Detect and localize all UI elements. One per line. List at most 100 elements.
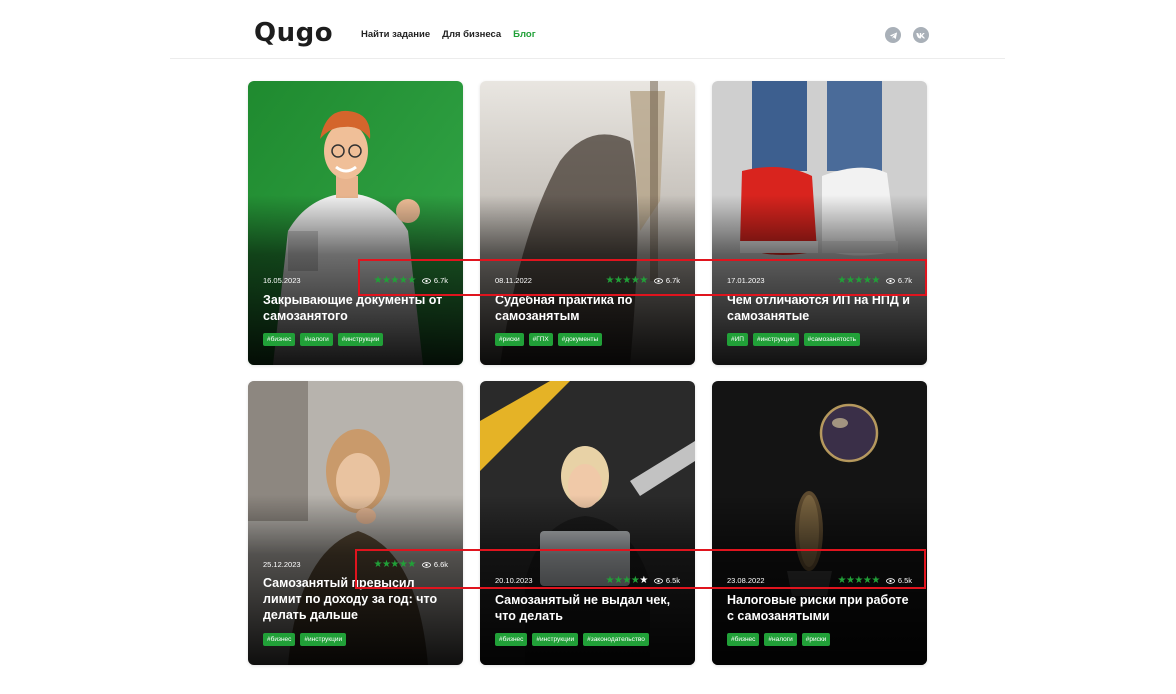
blog-card[interactable]: 20.10.2023 ★ ★ ★ ★ ★ 6.5k Самозанятый не выд… [480, 381, 695, 665]
star-filled-icon: ★ [398, 559, 408, 570]
tag[interactable]: #бизнес [263, 633, 296, 646]
star-filled-icon: ★ [862, 275, 872, 286]
tag[interactable]: #инструкции [300, 633, 347, 646]
card-date: 08.11.2022 [495, 276, 532, 285]
blog-card[interactable]: 23.08.2022 ★ ★ ★ ★ ★ 6.5k Налоговые риски пр… [712, 381, 927, 665]
card-meta: 20.10.2023 ★ ★ ★ ★ ★ 6.5k [495, 575, 680, 586]
tag[interactable]: #бизнес [263, 333, 296, 346]
views-count: 6.7k [885, 276, 912, 285]
card-meta: 16.05.2023 ★ ★ ★ ★ ★ 6.7k [263, 275, 448, 286]
tag[interactable]: #самозанятость [803, 333, 860, 346]
card-tags: #бизнес #инструкции [263, 633, 347, 646]
card-tags: #риски #ГПХ #документы [495, 333, 603, 346]
eye-icon [653, 277, 663, 284]
star-filled-icon: ★ [390, 559, 399, 570]
card-meta: 23.08.2022 ★ ★ ★ ★ ★ 6.5k [727, 575, 912, 586]
nav-blog[interactable]: Блог [513, 29, 536, 40]
card-title[interactable]: Самозанятый превысил лимит по доходу за … [263, 575, 451, 623]
views-count: 6.5k [653, 576, 680, 585]
blog-card[interactable]: 25.12.2023 ★ ★ ★ ★ ★ 6.6k Самозанятый превыс… [248, 381, 463, 665]
views-count: 6.7k [421, 276, 448, 285]
eye-icon [885, 277, 895, 284]
star-filled-icon: ★ [613, 275, 623, 286]
star-filled-icon: ★ [630, 275, 640, 286]
views-value: 6.7k [433, 276, 448, 285]
rating-stars: ★ ★ ★ ★ ★ [605, 275, 648, 286]
star-filled-icon: ★ [398, 275, 408, 286]
card-tags: #бизнес #налоги #инструкции [263, 333, 384, 346]
card-title[interactable]: Самозанятый не выдал чек, что делать [495, 592, 683, 624]
nav-find-task[interactable]: Найти задание [361, 29, 430, 40]
star-filled-icon: ★ [854, 275, 863, 286]
card-tags: #бизнес #инструкции #законодательство [495, 633, 649, 646]
views-count: 6.6k [421, 560, 448, 569]
tag[interactable]: #инструкции [337, 333, 384, 346]
star-filled-icon: ★ [622, 275, 631, 286]
rating-stars: ★ ★ ★ ★ ★ [837, 275, 880, 286]
star-filled-icon: ★ [639, 275, 648, 286]
views-value: 6.5k [897, 576, 912, 585]
tag[interactable]: #законодательство [583, 633, 649, 646]
card-title[interactable]: Налоговые риски при работе с самозанятым… [727, 592, 915, 624]
card-title[interactable]: Чем отличаются ИП на НПД и самозанятые [727, 292, 915, 324]
site-header: Qugo Найти задание Для бизнеса Блог [170, 0, 1005, 59]
card-date: 16.05.2023 [263, 276, 301, 285]
tag[interactable]: #бизнес [495, 633, 528, 646]
card-meta: 25.12.2023 ★ ★ ★ ★ ★ 6.6k [263, 559, 448, 570]
star-filled-icon: ★ [845, 275, 855, 286]
eye-icon [885, 577, 895, 584]
card-date: 23.08.2022 [727, 576, 765, 585]
card-meta: 17.01.2023 ★ ★ ★ ★ ★ 6.7k [727, 275, 912, 286]
eye-icon [421, 277, 431, 284]
star-filled-icon: ★ [871, 575, 880, 586]
card-meta: 08.11.2022 ★ ★ ★ ★ ★ 6.7k [495, 275, 680, 286]
star-filled-icon: ★ [407, 559, 416, 570]
card-title[interactable]: Закрывающие документы от самозанятого [263, 292, 451, 324]
star-filled-icon: ★ [622, 575, 631, 586]
tag[interactable]: #инструкции [532, 633, 579, 646]
rating-stars: ★ ★ ★ ★ ★ [373, 275, 416, 286]
star-filled-icon: ★ [871, 275, 880, 286]
logo[interactable]: Qugo [254, 18, 333, 48]
star-filled-icon: ★ [605, 275, 614, 286]
star-filled-icon: ★ [407, 275, 416, 286]
star-filled-icon: ★ [390, 275, 399, 286]
star-filled-icon: ★ [381, 275, 391, 286]
main-nav: Найти задание Для бизнеса Блог [361, 29, 536, 40]
rating-stars: ★ ★ ★ ★ ★ [837, 575, 880, 586]
card-date: 20.10.2023 [495, 576, 533, 585]
views-count: 6.7k [653, 276, 680, 285]
tag[interactable]: #налоги [300, 333, 333, 346]
star-filled-icon: ★ [837, 275, 846, 286]
blog-grid: 16.05.2023 ★ ★ ★ ★ ★ 6.7k Закрывающие докуме… [248, 81, 927, 665]
star-filled-icon: ★ [373, 275, 382, 286]
telegram-icon[interactable] [885, 27, 901, 43]
card-date: 17.01.2023 [727, 276, 765, 285]
card-title[interactable]: Судебная практика по самозанятым [495, 292, 683, 324]
card-tags: #бизнес #налоги #риски [727, 633, 831, 646]
card-tags: #ИП #инструкции #самозанятость [727, 333, 860, 346]
views-value: 6.5k [665, 576, 680, 585]
star-filled-icon: ★ [373, 559, 382, 570]
tag[interactable]: #ГПХ [528, 333, 553, 346]
vk-icon[interactable] [913, 27, 929, 43]
tag[interactable]: #инструкции [752, 333, 799, 346]
rating-stars: ★ ★ ★ ★ ★ [605, 575, 648, 586]
tag[interactable]: #ИП [727, 333, 748, 346]
tag[interactable]: #риски [801, 633, 831, 646]
views-count: 6.5k [885, 576, 912, 585]
tag[interactable]: #налоги [764, 633, 797, 646]
blog-card[interactable]: 16.05.2023 ★ ★ ★ ★ ★ 6.7k Закрывающие докуме… [248, 81, 463, 365]
star-filled-icon: ★ [381, 559, 391, 570]
tag[interactable]: #бизнес [727, 633, 760, 646]
eye-icon [421, 561, 431, 568]
star-filled-icon: ★ [613, 575, 623, 586]
star-filled-icon: ★ [630, 575, 640, 586]
tag[interactable]: #документы [557, 333, 603, 346]
star-filled-icon: ★ [837, 575, 846, 586]
eye-icon [653, 577, 663, 584]
blog-card[interactable]: 08.11.2022 ★ ★ ★ ★ ★ 6.7k Судебная практика … [480, 81, 695, 365]
nav-for-business[interactable]: Для бизнеса [442, 29, 501, 40]
blog-card[interactable]: 17.01.2023 ★ ★ ★ ★ ★ 6.7k Чем отличаются ИП … [712, 81, 927, 365]
tag[interactable]: #риски [495, 333, 524, 346]
